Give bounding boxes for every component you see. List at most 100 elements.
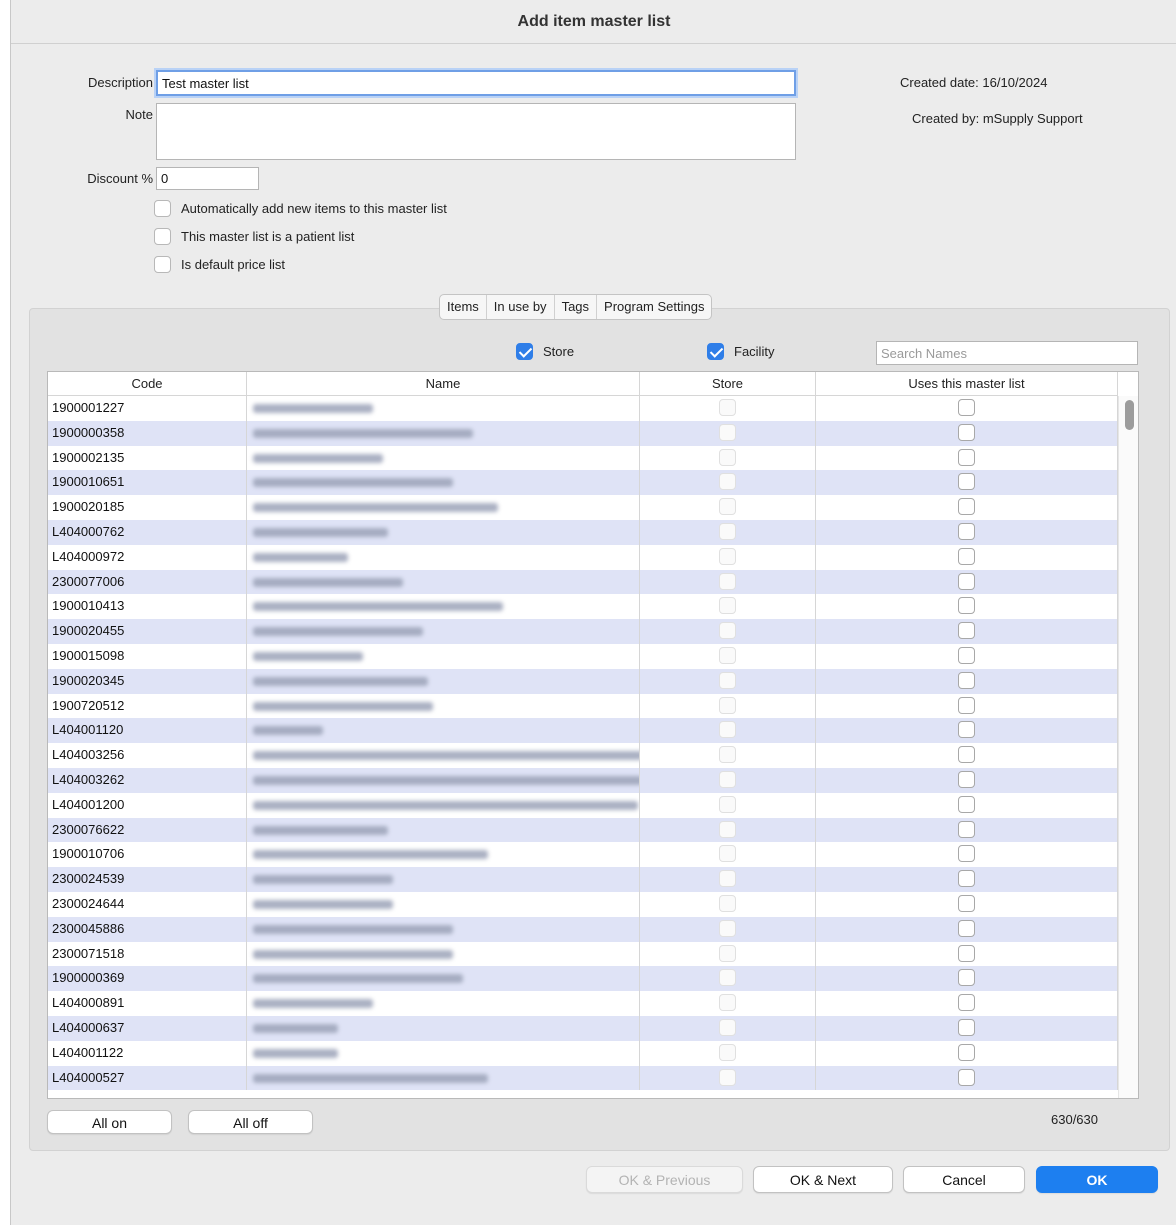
uses-master-list-checkbox[interactable] — [958, 1018, 975, 1036]
uses-master-list-checkbox[interactable] — [958, 746, 975, 764]
uses-master-list-checkbox[interactable] — [958, 771, 975, 789]
tab-in-use-by[interactable]: In use by — [487, 295, 555, 319]
table-row[interactable]: 1900020345 — [48, 668, 1118, 694]
uses-master-list-checkbox[interactable] — [958, 795, 975, 813]
table-row[interactable]: L404000972 — [48, 544, 1118, 570]
table-row[interactable]: 1900020185 — [48, 495, 1118, 520]
uses-master-list-checkbox[interactable] — [958, 597, 975, 615]
table-row[interactable]: 1900010706 — [48, 842, 1118, 868]
uses-master-list-checkbox[interactable] — [958, 523, 975, 541]
table-row[interactable]: 2300071518 — [48, 941, 1118, 967]
uses-master-list-checkbox[interactable] — [958, 622, 975, 640]
patient-list-checkbox[interactable] — [154, 227, 171, 245]
table-row[interactable]: L404003256 — [48, 743, 1118, 768]
all-off-button[interactable]: All off — [188, 1110, 313, 1134]
store-filter-checkbox[interactable] — [516, 343, 533, 360]
table-row[interactable]: L404001120 — [48, 718, 1118, 744]
default-price-checkbox[interactable] — [154, 255, 171, 273]
facility-filter[interactable]: Facility — [707, 343, 774, 360]
uses-master-list-checkbox[interactable] — [958, 994, 975, 1012]
table-row[interactable]: 2300024539 — [48, 867, 1118, 892]
uses-master-list-checkbox[interactable] — [958, 1068, 975, 1086]
scrollbar-thumb[interactable] — [1125, 400, 1134, 430]
table-row[interactable]: L404000762 — [48, 519, 1118, 545]
table-row[interactable]: 2300024644 — [48, 891, 1118, 917]
column-header-name[interactable]: Name — [247, 372, 640, 395]
uses-master-list-checkbox[interactable] — [958, 969, 975, 987]
uses-master-list-checkbox[interactable] — [958, 721, 975, 739]
table-row[interactable]: 1900015098 — [48, 643, 1118, 669]
cell-store — [640, 867, 816, 892]
cell-uses — [816, 916, 1118, 942]
store-filter[interactable]: Store — [516, 343, 574, 360]
auto-add-checkbox[interactable] — [154, 199, 171, 217]
uses-master-list-checkbox[interactable] — [958, 895, 975, 912]
uses-master-list-checkbox[interactable] — [958, 919, 975, 937]
vertical-scrollbar[interactable] — [1118, 396, 1138, 1098]
table-row[interactable]: L404000637 — [48, 1015, 1118, 1041]
uses-master-list-checkbox[interactable] — [958, 870, 975, 888]
table-row[interactable]: 2300077006 — [48, 569, 1118, 595]
table-row[interactable]: L404000527 — [48, 1065, 1118, 1091]
table-row[interactable]: 1900000358 — [48, 420, 1118, 446]
table-row[interactable]: 2300045886 — [48, 916, 1118, 942]
uses-master-list-checkbox[interactable] — [958, 696, 975, 714]
table-row[interactable]: L404001200 — [48, 792, 1118, 818]
cell-store — [640, 941, 816, 967]
ok-next-button[interactable]: OK & Next — [753, 1166, 893, 1193]
cell-code: 2300076622 — [48, 817, 247, 843]
table-row[interactable]: 2300076622 — [48, 817, 1118, 843]
tab-tags[interactable]: Tags — [555, 295, 598, 319]
uses-master-list-checkbox[interactable] — [958, 498, 975, 516]
names-table: Code Name Store Uses this master list 19… — [47, 371, 1139, 1099]
cancel-button[interactable]: Cancel — [903, 1166, 1025, 1193]
cell-code: L404001120 — [48, 718, 247, 744]
table-row[interactable]: 1900002135 — [48, 445, 1118, 471]
uses-master-list-checkbox[interactable] — [958, 845, 975, 863]
redacted-name — [253, 800, 638, 810]
uses-master-list-checkbox[interactable] — [958, 820, 975, 838]
uses-master-list-checkbox[interactable] — [958, 547, 975, 565]
table-row[interactable]: L404001122 — [48, 1040, 1118, 1066]
column-header-store[interactable]: Store — [640, 372, 816, 395]
store-checkbox — [719, 1043, 736, 1061]
cell-code: L404001122 — [48, 1040, 247, 1066]
uses-master-list-checkbox[interactable] — [958, 944, 975, 962]
table-row[interactable]: L404003262 — [48, 767, 1118, 793]
default-price-checkbox-row[interactable]: Is default price list — [154, 253, 285, 275]
store-checkbox — [719, 895, 736, 912]
uses-master-list-checkbox[interactable] — [958, 423, 975, 441]
uses-master-list-checkbox[interactable] — [958, 671, 975, 689]
cell-store — [640, 619, 816, 644]
table-row[interactable]: 1900020455 — [48, 619, 1118, 644]
ok-previous-button[interactable]: OK & Previous — [586, 1166, 743, 1193]
table-row[interactable]: L404000891 — [48, 991, 1118, 1016]
store-checkbox — [719, 448, 736, 466]
uses-master-list-checkbox[interactable] — [958, 572, 975, 590]
cell-uses — [816, 941, 1118, 967]
description-input[interactable] — [156, 70, 796, 96]
tab-program-settings[interactable]: Program Settings — [597, 295, 711, 319]
column-header-uses[interactable]: Uses this master list — [816, 372, 1118, 395]
uses-master-list-checkbox[interactable] — [958, 473, 975, 491]
column-header-code[interactable]: Code — [48, 372, 247, 395]
tab-items[interactable]: Items — [440, 295, 487, 319]
ok-button[interactable]: OK — [1036, 1166, 1158, 1193]
uses-master-list-checkbox[interactable] — [958, 647, 975, 665]
uses-master-list-checkbox[interactable] — [958, 399, 975, 417]
facility-filter-checkbox[interactable] — [707, 343, 724, 360]
uses-master-list-checkbox[interactable] — [958, 1043, 975, 1061]
table-row[interactable]: 1900010651 — [48, 470, 1118, 496]
cell-name — [247, 891, 640, 917]
patient-list-checkbox-row[interactable]: This master list is a patient list — [154, 225, 354, 247]
search-names-input[interactable] — [876, 341, 1138, 365]
all-on-button[interactable]: All on — [47, 1110, 172, 1134]
table-row[interactable]: 1900001227 — [48, 396, 1118, 421]
discount-input[interactable] — [156, 167, 259, 190]
note-textarea[interactable] — [156, 103, 796, 160]
auto-add-checkbox-row[interactable]: Automatically add new items to this mast… — [154, 197, 447, 219]
table-row[interactable]: 1900720512 — [48, 693, 1118, 719]
table-row[interactable]: 1900000369 — [48, 966, 1118, 992]
table-row[interactable]: 1900010413 — [48, 594, 1118, 620]
uses-master-list-checkbox[interactable] — [958, 448, 975, 466]
